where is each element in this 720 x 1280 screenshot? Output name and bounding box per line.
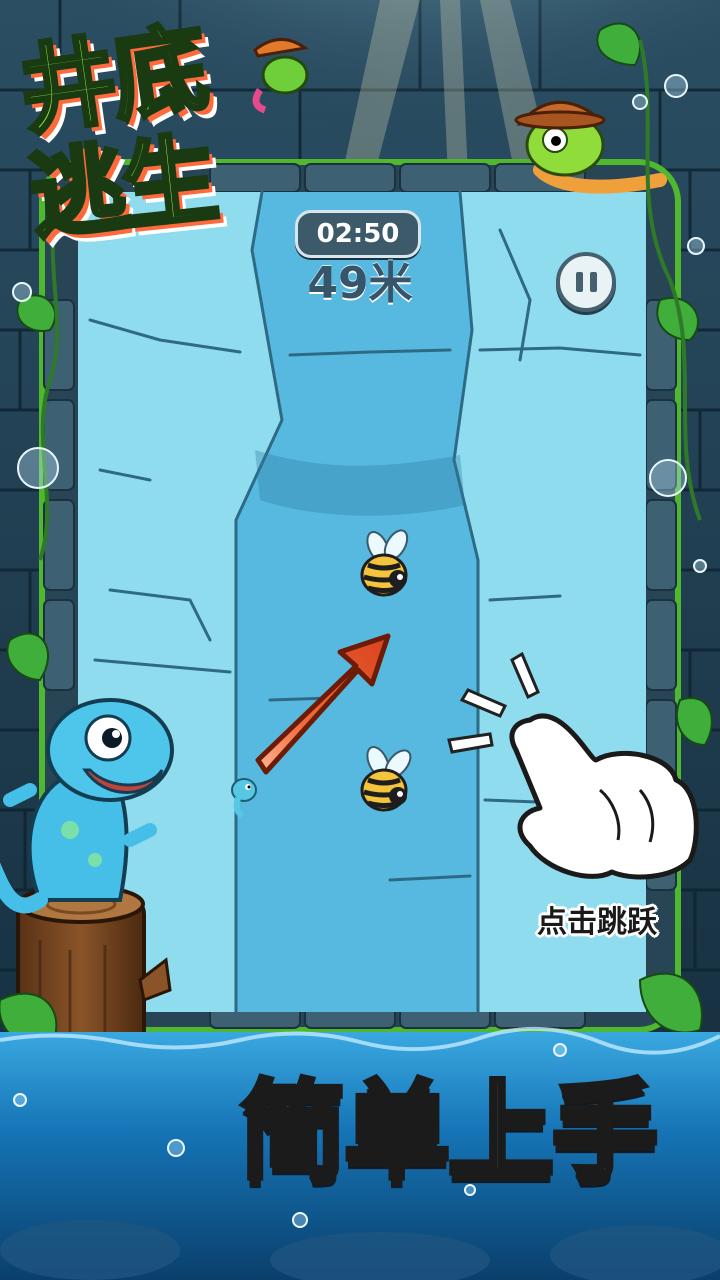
timer-display: 02:50 <box>295 210 421 258</box>
game-title-line-1: 井底 <box>11 10 213 151</box>
distance-counter: 49米 <box>307 258 413 309</box>
slogan-text: 简单上手 <box>238 1068 661 1196</box>
tap-to-jump-label: 点击跳跃 <box>537 905 657 940</box>
pause-button[interactable] <box>556 252 616 312</box>
game-title-line-2: 逃生 <box>23 121 222 256</box>
pause-icon <box>589 272 597 292</box>
pause-icon <box>575 272 583 292</box>
